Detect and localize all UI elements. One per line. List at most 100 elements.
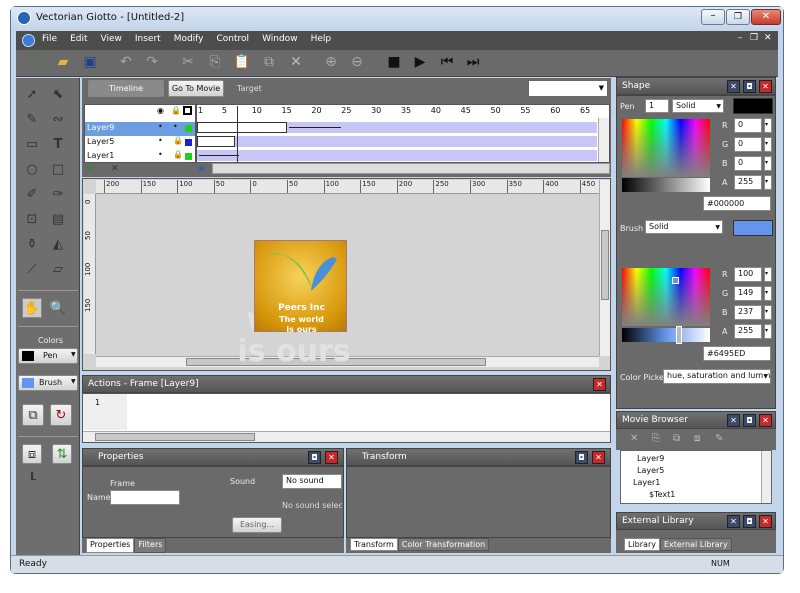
fill-transform-tool-icon[interactable]: ▤ xyxy=(48,209,68,229)
close-icon[interactable]: ✕ xyxy=(759,414,772,427)
pen-luminance-bar[interactable] xyxy=(622,178,710,192)
layer-row[interactable]: Layer5 • 🔒 xyxy=(85,136,195,150)
subselect-tool-icon[interactable]: ⬉ xyxy=(48,84,68,104)
textbox-tool-icon[interactable]: ▭ xyxy=(22,134,42,154)
default-colors-icon[interactable]: ↻ xyxy=(50,404,72,426)
target-select[interactable]: ▼ xyxy=(528,80,608,97)
zoom-in-icon[interactable]: ⊕ xyxy=(320,51,342,73)
luminance-slider[interactable] xyxy=(676,326,682,344)
zoom-out-icon[interactable]: ⊖ xyxy=(346,51,368,73)
timeline-hscroll[interactable] xyxy=(212,163,610,174)
pen-color-spectrum[interactable] xyxy=(622,119,710,177)
arrow-tool-icon[interactable]: ➚ xyxy=(22,84,42,104)
close-icon[interactable]: ✕ xyxy=(325,451,338,464)
pin-icon[interactable]: ◘ xyxy=(308,451,321,464)
edit-item-icon[interactable]: ✎ xyxy=(715,433,723,444)
close-icon[interactable]: ✕ xyxy=(592,451,605,464)
actions-hscroll[interactable] xyxy=(83,431,610,442)
delete-icon[interactable]: ✕ xyxy=(285,51,307,73)
mdi-close-icon[interactable]: ✕ xyxy=(764,33,772,43)
tree-scrollbar[interactable] xyxy=(761,451,771,503)
spin-down-icon[interactable]: ▾ xyxy=(764,324,772,339)
pin-icon[interactable]: ◘ xyxy=(743,414,756,427)
scroll-thumb[interactable] xyxy=(601,230,609,300)
layer-row[interactable]: Layer9 • • xyxy=(85,122,195,136)
actions-editor[interactable]: 1 xyxy=(82,393,611,443)
pen-color-button[interactable]: Pen ▼ xyxy=(18,348,78,364)
tree-item[interactable]: Layer1 xyxy=(625,477,675,489)
swap-colors-icon[interactable]: ⧉ xyxy=(22,404,44,426)
menu-control[interactable]: Control xyxy=(212,34,258,44)
lock-dot[interactable]: • xyxy=(173,122,178,131)
mdi-restore-icon[interactable]: ❐ xyxy=(750,33,758,43)
brush-a-input[interactable]: 255 xyxy=(734,324,762,339)
new-file-icon[interactable]: 🗋 xyxy=(25,51,47,73)
close-x-icon[interactable]: ✕ xyxy=(727,80,740,93)
menu-view[interactable]: View xyxy=(96,34,130,44)
spin-down-icon[interactable]: ▾ xyxy=(764,137,772,152)
menu-modify[interactable]: Modify xyxy=(169,34,212,44)
lock-dot[interactable]: 🔒 xyxy=(173,150,183,159)
menu-window[interactable]: Window xyxy=(257,34,306,44)
visibility-dot[interactable]: • xyxy=(158,122,163,131)
rectangle-tool-icon[interactable]: □ xyxy=(48,159,68,179)
menu-insert[interactable]: Insert xyxy=(130,34,169,44)
brush-color-spectrum[interactable] xyxy=(622,268,710,326)
paint-bucket-tool-icon[interactable]: ◭ xyxy=(48,234,68,254)
brush-g-input[interactable]: 149 xyxy=(734,286,762,301)
play-icon[interactable]: ▶ xyxy=(409,51,431,73)
menu-edit[interactable]: Edit xyxy=(65,34,95,44)
hand-tool-icon[interactable]: ✋ xyxy=(22,298,42,318)
corner-option-icon[interactable]: ┖ xyxy=(22,470,42,490)
menu-help[interactable]: Help xyxy=(306,34,340,44)
properties-item-icon[interactable]: ⧈ xyxy=(694,433,700,444)
close-icon[interactable]: ✕ xyxy=(593,378,606,391)
tab-filters[interactable]: Filters xyxy=(134,538,167,553)
spin-down-icon[interactable]: ▾ xyxy=(764,118,772,133)
eraser-tool-icon[interactable]: ▱ xyxy=(48,259,68,279)
tab-transform[interactable]: Transform xyxy=(350,538,398,551)
movie-logo[interactable]: Peers Inc The world is ours xyxy=(254,240,347,334)
frame-row-layer5[interactable] xyxy=(197,136,597,147)
mdi-minimize-icon[interactable]: – xyxy=(738,33,743,43)
color-picker-select[interactable]: hue, saturation and lumin ▼ xyxy=(663,369,771,384)
delete-layer-icon[interactable]: ✕ xyxy=(111,164,119,174)
brush-tool-icon[interactable]: ✑ xyxy=(48,184,68,204)
spin-down-icon[interactable]: ▾ xyxy=(764,267,772,282)
smooth-icon[interactable]: ⇅ xyxy=(52,444,72,464)
spin-down-icon[interactable]: ▾ xyxy=(764,305,772,320)
pen-width-input[interactable]: 1 xyxy=(645,99,669,113)
pen-hex-input[interactable]: #000000 xyxy=(703,196,771,211)
close-button[interactable]: ✕ xyxy=(751,9,781,25)
minimize-button[interactable]: – xyxy=(701,9,725,25)
brush-color-button[interactable]: Brush ▼ xyxy=(18,375,78,391)
tab-external-library[interactable]: External Library xyxy=(659,538,732,551)
close-x-icon[interactable]: ✕ xyxy=(727,515,740,528)
brush-r-input[interactable]: 100 xyxy=(734,267,762,282)
spin-down-icon[interactable]: ▾ xyxy=(764,175,772,190)
eyedropper-tool-icon[interactable]: ⟋ xyxy=(22,259,42,279)
brush-hex-input[interactable]: #6495ED xyxy=(703,346,771,361)
color-picker-cursor[interactable] xyxy=(672,277,679,284)
layer-row[interactable]: Layer1 • 🔒 xyxy=(85,150,195,164)
cut-icon[interactable]: ✂ xyxy=(177,51,199,73)
tree-item[interactable]: Layer9 xyxy=(625,453,675,465)
onion-skin-icon[interactable]: ◈ xyxy=(198,164,205,174)
spin-down-icon[interactable]: ▾ xyxy=(764,286,772,301)
zoom-tool-icon[interactable]: 🔍 xyxy=(48,298,68,318)
close-icon[interactable]: ✕ xyxy=(759,515,772,528)
ink-bottle-tool-icon[interactable]: ⚱ xyxy=(22,234,42,254)
paste-icon[interactable]: 📋 xyxy=(231,51,253,73)
brush-style-select[interactable]: Solid ▼ xyxy=(645,220,723,234)
playhead[interactable] xyxy=(237,106,238,162)
pen-r-input[interactable]: 0 xyxy=(734,118,762,133)
rewind-icon[interactable]: ⏮ xyxy=(436,51,458,73)
pen-a-input[interactable]: 255 xyxy=(734,175,762,190)
open-folder-icon[interactable]: ▰ xyxy=(52,51,74,73)
stop-icon[interactable]: ■ xyxy=(383,51,405,73)
frame-name-input[interactable] xyxy=(110,490,180,505)
copy-icon[interactable]: ⎘ xyxy=(204,51,226,73)
pin-icon[interactable]: ◘ xyxy=(743,80,756,93)
close-x-icon[interactable]: ✕ xyxy=(727,414,740,427)
pin-icon[interactable]: ◘ xyxy=(743,515,756,528)
